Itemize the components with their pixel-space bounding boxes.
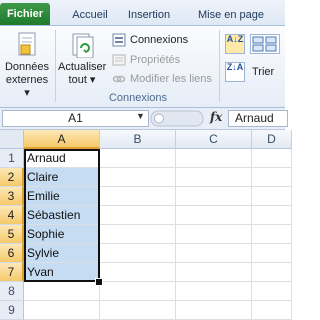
sort-az-button[interactable]: A↓Z [225, 34, 245, 54]
connections-label: Connexions [130, 34, 189, 46]
edit-links-button[interactable]: Modifier les liens [112, 71, 212, 87]
cell-c8[interactable] [176, 282, 252, 301]
formula-input[interactable]: Arnaud [228, 110, 288, 127]
row-header-8[interactable]: 8 [0, 282, 24, 301]
chevron-down-icon[interactable]: ▼ [136, 111, 145, 121]
sort-dialog-icon[interactable] [250, 34, 280, 54]
column-header-d[interactable]: D [252, 130, 292, 149]
cell-d7[interactable] [252, 263, 292, 282]
sort-za-button[interactable]: Z↓A [225, 62, 245, 82]
cell-a5[interactable]: Sophie [24, 225, 100, 244]
cell-a3[interactable]: Emilie [24, 187, 100, 206]
link-icon [112, 72, 126, 86]
fill-handle[interactable] [95, 278, 103, 286]
cell-a4[interactable]: Sébastien [24, 206, 100, 225]
sort-az-icon: A↓Z [226, 34, 244, 44]
cell-b2[interactable] [100, 168, 176, 187]
refresh-icon [70, 32, 94, 59]
cell-c2[interactable] [176, 168, 252, 187]
connections-button[interactable]: Connexions [112, 32, 188, 48]
cell-c4[interactable] [176, 206, 252, 225]
cell-c7[interactable] [176, 263, 252, 282]
external-data-label-2: externes ▾ [5, 74, 49, 99]
row-header-5[interactable]: 5 [0, 225, 24, 244]
row-header-9[interactable]: 9 [0, 301, 24, 320]
cell-b7[interactable] [100, 263, 176, 282]
external-data-icon [16, 32, 38, 58]
formula-controls [150, 110, 205, 127]
cell-d1[interactable] [252, 149, 292, 168]
cell-c1[interactable] [176, 149, 252, 168]
sort-label[interactable]: Trier [252, 66, 274, 78]
cell-d8[interactable] [252, 282, 292, 301]
cell-b9[interactable] [100, 301, 176, 320]
cell-a2[interactable]: Claire [24, 168, 100, 187]
column-header-b[interactable]: B [100, 130, 176, 149]
row-header-6[interactable]: 6 [0, 244, 24, 263]
row-header-4[interactable]: 4 [0, 206, 24, 225]
ribbon: Données externes ▾ Actualiser tout ▾ Con… [0, 25, 285, 108]
column-header-c[interactable]: C [176, 130, 252, 149]
cell-b3[interactable] [100, 187, 176, 206]
cell-a6[interactable]: Sylvie [24, 244, 100, 263]
column-header-a[interactable]: A [24, 130, 100, 149]
cell-d5[interactable] [252, 225, 292, 244]
cell-d6[interactable] [252, 244, 292, 263]
cell-b4[interactable] [100, 206, 176, 225]
cell-c9[interactable] [176, 301, 252, 320]
refresh-label-2: tout ▾ [68, 74, 96, 86]
connections-icon [112, 33, 126, 47]
tab-insert[interactable]: Insertion [124, 5, 174, 25]
cell-d9[interactable] [252, 301, 292, 320]
row-header-7[interactable]: 7 [0, 263, 24, 282]
row-header-1[interactable]: 1 [0, 149, 24, 168]
formula-bar: A1 ▼ fx Arnaud [0, 108, 288, 130]
cell-c5[interactable] [176, 225, 252, 244]
cell-b6[interactable] [100, 244, 176, 263]
row-header-2[interactable]: 2 [0, 168, 24, 187]
cell-b1[interactable] [100, 149, 176, 168]
refresh-all-button[interactable]: Actualiser tout ▾ [58, 32, 106, 87]
spreadsheet-grid: A B C D 1 2 3 4 5 6 7 8 9 Arnaud Claire … [0, 130, 292, 320]
select-all-corner[interactable] [0, 130, 24, 149]
sort-za-icon: Z↓A [226, 62, 244, 72]
connections-group-label: Connexions [108, 92, 168, 104]
cell-d2[interactable] [252, 168, 292, 187]
cell-b5[interactable] [100, 225, 176, 244]
cell-a9[interactable] [24, 301, 100, 320]
cell-a8[interactable] [24, 282, 100, 301]
row-header-3[interactable]: 3 [0, 187, 24, 206]
sort-filter-group: A↓Z Z↓A Trier [222, 30, 285, 90]
cell-a7[interactable]: Yvan [24, 263, 100, 282]
tab-page-layout[interactable]: Mise en page [186, 5, 276, 25]
external-data-label-1: Données [4, 61, 50, 73]
tab-home[interactable]: Accueil [60, 5, 120, 25]
properties-icon [112, 53, 126, 67]
cell-d4[interactable] [252, 206, 292, 225]
cell-c3[interactable] [176, 187, 252, 206]
insert-function-button[interactable]: fx [210, 110, 222, 124]
ribbon-separator [219, 30, 220, 102]
cell-b8[interactable] [100, 282, 176, 301]
ribbon-separator [55, 30, 56, 102]
tab-file[interactable]: Fichier [0, 3, 50, 25]
properties-label: Propriétés [130, 54, 181, 66]
properties-button[interactable]: Propriétés [112, 52, 180, 68]
cell-d3[interactable] [252, 187, 292, 206]
refresh-label-1: Actualiser [58, 61, 107, 73]
cell-c6[interactable] [176, 244, 252, 263]
external-data-button[interactable]: Données externes ▾ [2, 32, 52, 100]
cell-a1[interactable]: Arnaud [24, 149, 100, 168]
name-box[interactable]: A1 [2, 110, 149, 127]
edit-links-label: Modifier les liens [130, 73, 212, 85]
ribbon-tab-bar: Fichier Accueil Insertion Mise en page [0, 0, 285, 25]
